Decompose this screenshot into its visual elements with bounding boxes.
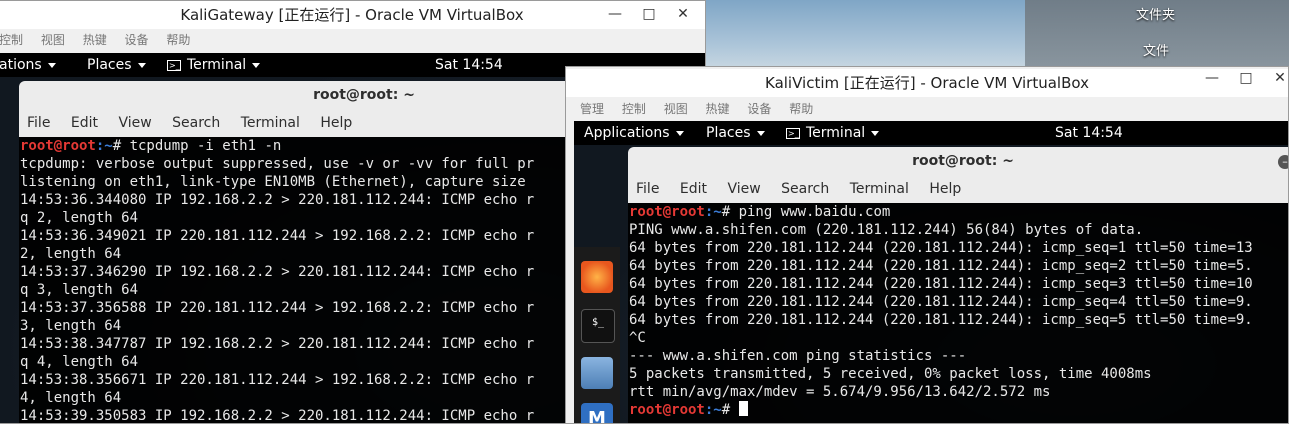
- terminal-icon: >_: [786, 127, 800, 139]
- menu-help[interactable]: 帮助: [789, 98, 813, 120]
- places-menu[interactable]: Places: [87, 53, 146, 77]
- clock[interactable]: Sat 14:54: [435, 53, 503, 77]
- menu-devices[interactable]: 设备: [125, 29, 149, 51]
- files-icon[interactable]: [581, 357, 613, 389]
- output-line: 64 bytes from 220.181.112.244 (220.181.1…: [629, 294, 1253, 310]
- output-line: PING www.a.shifen.com (220.181.112.244) …: [629, 222, 1144, 238]
- menu-hotkeys[interactable]: 热键: [706, 98, 730, 120]
- mail-icon[interactable]: M: [581, 403, 613, 423]
- menu-help[interactable]: Help: [929, 181, 961, 197]
- desktop-icon-label-folder[interactable]: 文件夹: [1136, 4, 1175, 23]
- firefox-icon[interactable]: [581, 261, 613, 293]
- maximize-button[interactable]: □: [1228, 67, 1264, 91]
- minimize-button[interactable]: —: [597, 1, 633, 27]
- maximize-button[interactable]: □: [631, 1, 667, 27]
- favorites-dock: $_ M: [574, 247, 620, 423]
- output-line: --- www.a.shifen.com ping statistics ---: [629, 348, 967, 364]
- victim-vbox-window: KaliVictim [正在运行] - Oracle VM VirtualBox…: [565, 66, 1289, 424]
- terminal-app-menu[interactable]: >_ Terminal: [786, 121, 880, 145]
- output-line: 64 bytes from 220.181.112.244 (220.181.1…: [629, 312, 1253, 328]
- terminal-output[interactable]: root@root:~# ping www.baidu.com PING www.…: [628, 203, 1288, 423]
- places-menu[interactable]: Places: [706, 121, 765, 145]
- command-text: tcpdump -i eth1 -n: [129, 138, 282, 154]
- close-button[interactable]: ✕: [1262, 67, 1288, 91]
- output-line: 64 bytes from 220.181.112.244 (220.181.1…: [629, 276, 1253, 292]
- terminal-menubar: File Edit View Search Terminal Help: [636, 181, 977, 197]
- text-cursor: [738, 401, 748, 416]
- menu-terminal[interactable]: Terminal: [850, 181, 909, 197]
- menu-view[interactable]: View: [727, 181, 760, 197]
- menu-search[interactable]: Search: [172, 115, 220, 131]
- minimize-button[interactable]: —: [1194, 67, 1230, 91]
- menu-control[interactable]: 控制: [622, 98, 646, 120]
- menu-help[interactable]: 帮助: [166, 29, 190, 51]
- victim-window-title: KaliVictim [正在运行] - Oracle VM VirtualBox: [566, 69, 1288, 97]
- terminal-title: root@root: ~: [912, 153, 1014, 169]
- terminal-app-icon[interactable]: $_: [581, 309, 615, 343]
- menu-view[interactable]: View: [118, 115, 151, 131]
- output-line: ^C: [629, 330, 646, 346]
- menu-edit[interactable]: Edit: [680, 181, 707, 197]
- victim-gnome-topbar: Applications Places >_ Terminal Sat 14:54: [574, 121, 1288, 145]
- output-line: 5 packets transmitted, 5 received, 0% pa…: [629, 366, 1152, 382]
- prompt-line: root@root:~# ping www.baidu.com: [629, 204, 891, 220]
- menu-file[interactable]: File: [27, 115, 50, 131]
- terminal-minimize-icon[interactable]: –: [1278, 155, 1288, 169]
- victim-vbox-menu: 管理 控制 视图 热键 设备 帮助: [580, 98, 1288, 120]
- menu-manage[interactable]: 管理: [580, 98, 604, 120]
- applications-menu[interactable]: Applications: [584, 121, 684, 145]
- terminal-header: root@root: ~ – File Edit View Search Ter…: [628, 147, 1288, 203]
- menu-terminal[interactable]: Terminal: [241, 115, 300, 131]
- menu-view[interactable]: 视图: [664, 98, 688, 120]
- menu-control[interactable]: 控制: [0, 29, 23, 51]
- terminal-app-menu[interactable]: >_ Terminal: [167, 53, 261, 77]
- terminal-menubar: File Edit View Search Terminal Help: [27, 115, 368, 131]
- gateway-vbox-menu: 控制 视图 热键 设备 帮助: [0, 29, 705, 51]
- clock[interactable]: Sat 14:54: [1055, 121, 1123, 145]
- victim-terminal-window: root@root: ~ – File Edit View Search Ter…: [628, 147, 1288, 423]
- command-text: ping www.baidu.com: [738, 204, 891, 220]
- menu-edit[interactable]: Edit: [71, 115, 98, 131]
- prompt-line: root@root:~#: [629, 401, 1288, 419]
- terminal-icon: >_: [167, 59, 181, 71]
- menu-hotkeys[interactable]: 热键: [83, 29, 107, 51]
- menu-help[interactable]: Help: [320, 115, 352, 131]
- close-button[interactable]: ✕: [665, 1, 701, 27]
- output-line: rtt min/avg/max/mdev = 5.674/9.956/13.64…: [629, 384, 1051, 400]
- output-line: 64 bytes from 220.181.112.244 (220.181.1…: [629, 258, 1253, 274]
- menu-file[interactable]: File: [636, 181, 659, 197]
- menu-search[interactable]: Search: [781, 181, 829, 197]
- menu-devices[interactable]: 设备: [747, 98, 771, 120]
- menu-view[interactable]: 视图: [41, 29, 65, 51]
- output-line: 64 bytes from 220.181.112.244 (220.181.1…: [629, 240, 1253, 256]
- applications-menu[interactable]: ations: [0, 53, 56, 77]
- desktop-icon-label-file[interactable]: 文件: [1143, 40, 1169, 59]
